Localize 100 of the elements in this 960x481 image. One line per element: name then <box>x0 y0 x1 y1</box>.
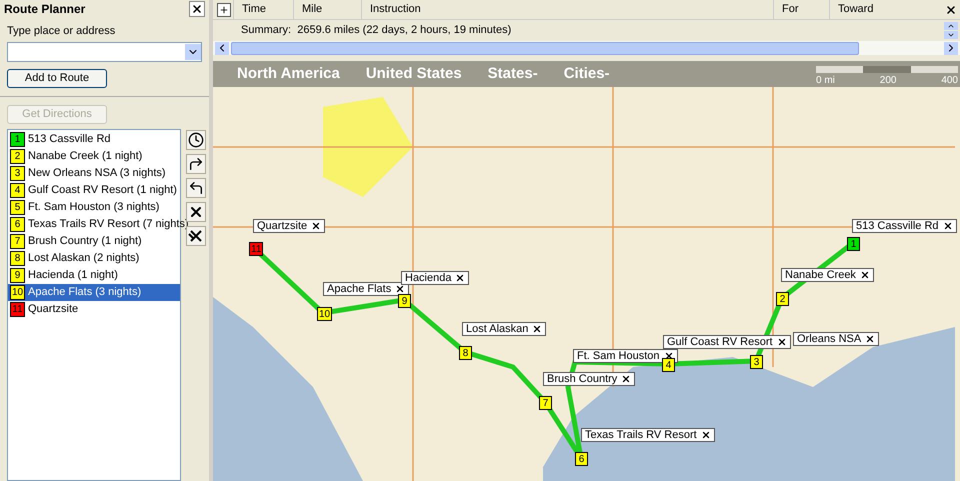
scroll-up-icon[interactable] <box>944 22 958 30</box>
stop-number-marker[interactable]: 4 <box>662 358 675 372</box>
undo-arrow-icon <box>188 180 204 196</box>
callout-label: Ft. Sam Houston <box>577 348 660 364</box>
route-stop-item[interactable]: 3 New Orleans NSA (3 nights) <box>8 165 180 182</box>
stop-name: Nanabe Creek (1 night) <box>28 149 142 164</box>
panel-title: Route Planner <box>4 1 86 18</box>
horizontal-scrollbar[interactable] <box>213 41 960 55</box>
close-icon[interactable] <box>942 221 953 231</box>
route-stop-item[interactable]: 1 513 Cassville Rd <box>8 131 180 148</box>
route-stop-item[interactable]: 5 Ft. Sam Houston (3 nights) <box>8 199 180 216</box>
clock-icon <box>188 132 204 148</box>
stop-callout[interactable]: Orleans NSA <box>793 332 880 346</box>
stop-number-marker: 10 <box>10 285 25 300</box>
redo-arrow-icon <box>188 156 204 172</box>
stop-number-marker[interactable]: 8 <box>459 346 472 360</box>
close-icon[interactable] <box>700 430 711 440</box>
stop-number-marker[interactable]: 6 <box>575 452 588 466</box>
callout-label: Lost Alaskan <box>466 322 528 337</box>
stop-number-marker: 5 <box>10 200 25 215</box>
column-header[interactable]: For <box>773 0 829 20</box>
stop-callout[interactable]: 513 Cassville Rd <box>852 219 957 233</box>
callout-label: Quartzsite <box>257 218 308 234</box>
stop-callout[interactable]: Gulf Coast RV Resort <box>663 335 791 349</box>
stop-number-marker[interactable]: 7 <box>539 396 552 410</box>
route-stop-item[interactable]: 2 Nanabe Creek (1 night) <box>8 148 180 165</box>
route-stop-item[interactable]: 7 Brush Country (1 night) <box>8 233 180 250</box>
route-tool-button[interactable] <box>186 202 206 222</box>
add-to-route-button[interactable]: Add to Route <box>7 69 107 88</box>
close-icon[interactable] <box>455 273 466 283</box>
close-icon[interactable] <box>395 284 406 294</box>
stop-callout[interactable]: Apache Flats <box>323 282 410 296</box>
stop-name: Ft. Sam Houston (3 nights) <box>28 200 160 216</box>
stop-number-marker: 7 <box>10 234 25 249</box>
scale-label: 400 <box>941 74 958 88</box>
stop-number-marker[interactable]: 2 <box>776 292 789 306</box>
route-tool-button[interactable] <box>186 130 206 150</box>
stop-callout[interactable]: Lost Alaskan <box>462 322 546 336</box>
route-tool-button[interactable] <box>186 154 206 174</box>
callout-label: Texas Trails RV Resort <box>585 428 697 443</box>
route-tool-button[interactable] <box>186 178 206 198</box>
stop-callout[interactable]: Hacienda <box>401 271 470 285</box>
stop-number-marker: 2 <box>10 149 25 164</box>
stop-name: Quartzsite <box>28 302 78 318</box>
close-icon[interactable] <box>621 374 632 384</box>
stop-name: Lost Alaskan (2 nights) <box>28 251 140 266</box>
stop-number-marker: 3 <box>10 166 25 181</box>
stop-number-marker: 9 <box>10 268 25 283</box>
close-icon <box>945 4 957 16</box>
stop-callout[interactable]: Brush Country <box>543 372 636 386</box>
stop-number-marker[interactable]: 1 <box>847 237 860 251</box>
callout-label: Orleans NSA <box>797 332 862 347</box>
stop-name: Hacienda (1 night) <box>28 268 118 284</box>
plus-icon <box>219 4 229 14</box>
scrollbar-thumb[interactable] <box>231 42 859 54</box>
stop-name: Brush Country (1 night) <box>28 234 142 250</box>
stop-number-marker: 1 <box>10 132 25 147</box>
stop-number-marker[interactable]: 10 <box>317 307 332 321</box>
callout-label: Gulf Coast RV Resort <box>667 334 773 350</box>
route-stop-item[interactable]: 9 Hacienda (1 night) <box>8 267 180 284</box>
route-stop-item[interactable]: 10 Apache Flats (3 nights) <box>8 284 180 301</box>
stop-number-marker: 4 <box>10 183 25 198</box>
stop-number-marker[interactable]: 3 <box>750 355 763 369</box>
column-header[interactable]: Mile <box>293 0 361 20</box>
stop-name: 513 Cassville Rd <box>28 132 111 148</box>
callout-label: Brush Country <box>547 372 618 387</box>
column-header[interactable]: Instruction <box>361 0 773 20</box>
expand-button[interactable] <box>217 2 231 16</box>
stop-callout[interactable]: Quartzsite <box>253 219 326 233</box>
callout-label: Apache Flats <box>327 282 392 297</box>
close-icon <box>188 204 204 220</box>
stop-name: Apache Flats (3 nights) <box>28 285 142 300</box>
stop-name: New Orleans NSA (3 nights) <box>28 166 166 182</box>
route-summary: Summary: 2659.6 miles (22 days, 2 hours, 19 minutes) <box>240 23 512 38</box>
close-icon[interactable] <box>865 334 876 344</box>
close-icon[interactable] <box>532 324 542 334</box>
stop-number-marker[interactable]: 9 <box>398 294 411 308</box>
scroll-right-icon[interactable] <box>944 42 958 54</box>
route-tool-button[interactable] <box>186 226 206 246</box>
route-stop-item[interactable]: 4 Gulf Coast RV Resort (1 night) <box>8 182 180 199</box>
scale-label: 200 <box>880 74 896 88</box>
callout-label: Nanabe Creek <box>785 268 856 283</box>
close-icon[interactable] <box>776 337 787 347</box>
stop-callout[interactable]: Nanabe Creek <box>781 268 874 282</box>
close-icon[interactable] <box>860 270 870 280</box>
stop-number-marker[interactable]: 11 <box>249 242 264 256</box>
route-stop-item[interactable]: 8 Lost Alaskan (2 nights) <box>8 250 180 267</box>
route-stop-item[interactable]: 11 Quartzsite <box>8 301 180 318</box>
close-icon[interactable] <box>311 221 322 231</box>
address-combobox[interactable] <box>7 42 202 62</box>
callout-label: 513 Cassville Rd <box>856 218 939 234</box>
stop-name: Gulf Coast RV Resort (1 night) <box>28 183 177 198</box>
scroll-left-icon[interactable] <box>215 42 229 54</box>
column-header[interactable]: Time <box>233 0 293 20</box>
column-header[interactable]: Toward <box>829 0 941 20</box>
scale-label: 0 mi <box>816 74 835 88</box>
close-button[interactable] <box>189 1 205 18</box>
double-cross-icon <box>188 228 204 244</box>
field-label: Type place or address <box>7 24 116 38</box>
stop-callout[interactable]: Texas Trails RV Resort <box>581 428 715 442</box>
